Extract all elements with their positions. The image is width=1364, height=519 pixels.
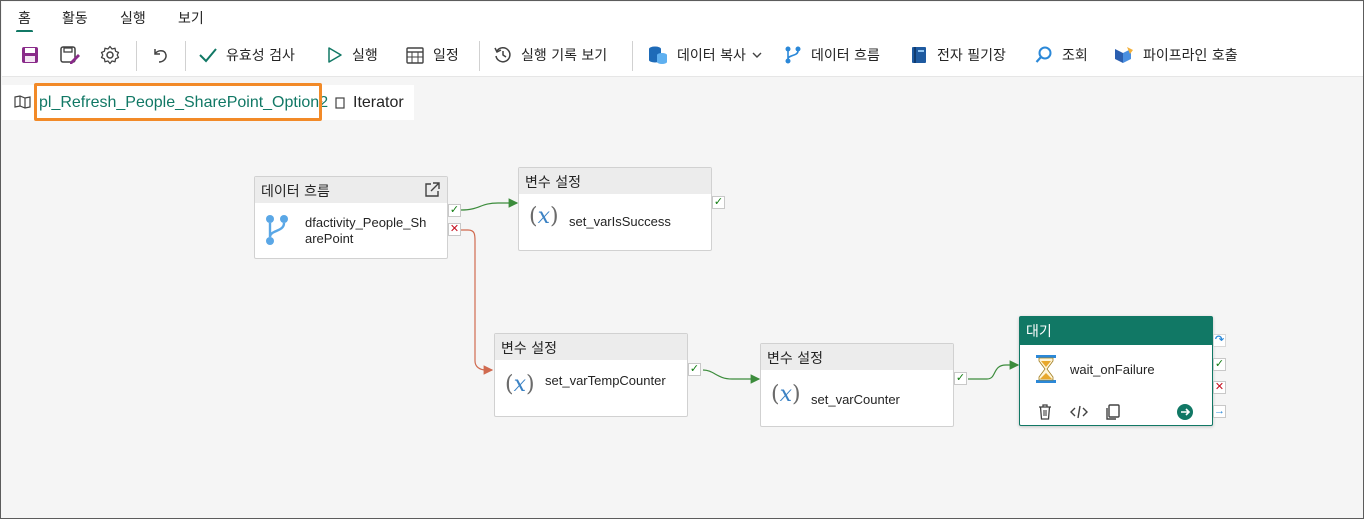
activity-type: 변수 설정: [519, 168, 711, 194]
dataflow-label: 데이터 흐름: [811, 48, 880, 64]
connection-success: [968, 360, 1020, 380]
activity-type-label: 대기: [1026, 324, 1052, 340]
calendar-icon: [406, 47, 424, 64]
lookup-button[interactable]: 조회: [1034, 42, 1088, 68]
pipeline-canvas[interactable]: 데이터 흐름 dfactivity_People_SharePoint ✓ ✕: [2, 121, 1363, 518]
history-icon: [494, 47, 511, 63]
activity-type: 변수 설정: [761, 344, 953, 370]
connection-success: [702, 369, 761, 384]
on-failure-port[interactable]: ✕: [1213, 381, 1226, 394]
arrow-right-icon[interactable]: [1176, 403, 1194, 421]
chevron-down-icon: [752, 52, 762, 58]
activity-name: dfactivity_People_SharePoint: [305, 215, 427, 246]
schedule-label: 일정: [433, 48, 459, 64]
activity-set-variable[interactable]: 변수 설정 (x) set_varIsSuccess: [518, 167, 712, 251]
ribbon-tabs: 홈 활동 실행 보기: [2, 2, 1363, 33]
on-completion-port[interactable]: →: [1213, 405, 1226, 418]
activity-dataflow[interactable]: 데이터 흐름 dfactivity_People_SharePoint: [254, 176, 448, 259]
view-run-history-button[interactable]: 실행 기록 보기: [493, 42, 607, 68]
activity-name: set_varCounter: [811, 392, 900, 407]
copy-data-label: 데이터 복사: [677, 48, 746, 64]
tab-home[interactable]: 홈: [16, 8, 33, 33]
activity-name: set_varTempCounter: [545, 373, 666, 388]
settings-button[interactable]: [100, 42, 120, 68]
gear-icon: [100, 45, 120, 65]
on-success-port[interactable]: ✓: [688, 363, 701, 376]
copy-data-button[interactable]: 데이터 복사: [647, 42, 763, 68]
open-external-icon[interactable]: [423, 181, 441, 199]
pipeline-map-icon: [14, 95, 31, 109]
tab-activities[interactable]: 활동: [62, 8, 88, 28]
variable-icon: (x): [529, 204, 559, 229]
save-as-template-button[interactable]: [59, 42, 81, 68]
tab-view[interactable]: 보기: [178, 8, 204, 28]
invoke-pipeline-button[interactable]: 파이프라인 호출: [1113, 42, 1238, 68]
activity-name: set_varIsSuccess: [569, 214, 671, 229]
on-success-port[interactable]: ✓: [1213, 358, 1226, 371]
lookup-label: 조회: [1062, 48, 1088, 64]
pipeline-editor: 홈 활동 실행 보기 유효성 검사 실행 일정 실행 기록 보기 데이터 복사 …: [0, 0, 1364, 519]
undo-icon: [154, 49, 167, 63]
invoke-pipeline-label: 파이프라인 호출: [1143, 48, 1238, 64]
run-label: 실행: [352, 48, 378, 64]
on-failure-port[interactable]: ✕: [448, 223, 461, 236]
dataflow-icon: [266, 215, 288, 245]
toolbar-separator: [136, 41, 137, 71]
dataflow-button[interactable]: 데이터 흐름: [783, 42, 880, 68]
activity-set-variable[interactable]: 변수 설정 (x) set_varCounter: [760, 343, 954, 427]
connection-failure: [461, 229, 494, 375]
copy-data-icon: [649, 46, 667, 64]
schedule-button[interactable]: 일정: [405, 42, 459, 68]
toolbar-separator: [185, 41, 186, 71]
variable-icon: (x): [505, 372, 535, 397]
breadcrumb-highlight: [34, 83, 322, 121]
copy-icon[interactable]: [1104, 403, 1122, 421]
run-button[interactable]: 실행: [326, 42, 378, 68]
activity-type: 대기: [1020, 317, 1212, 345]
iterator-icon: [335, 97, 345, 109]
search-icon: [1035, 46, 1052, 63]
delete-icon[interactable]: [1036, 403, 1054, 421]
code-icon[interactable]: [1070, 403, 1088, 421]
tab-run[interactable]: 실행: [120, 8, 146, 28]
view-run-history-label: 실행 기록 보기: [521, 48, 608, 64]
play-icon: [328, 47, 342, 63]
on-success-port[interactable]: ✓: [954, 372, 967, 385]
validate-button[interactable]: 유효성 검사: [198, 42, 295, 68]
variable-icon: (x): [771, 382, 801, 407]
activity-type-label: 변수 설정: [525, 175, 581, 191]
on-success-port[interactable]: ✓: [712, 196, 725, 209]
save-as-template-icon: [60, 46, 80, 64]
validate-label: 유효성 검사: [226, 48, 295, 64]
on-skip-port[interactable]: ↷: [1213, 334, 1226, 347]
save-icon: [22, 47, 38, 63]
toolbar: 유효성 검사 실행 일정 실행 기록 보기 데이터 복사 데이터 흐름 전자 필…: [2, 32, 1363, 77]
activity-type-label: 데이터 흐름: [261, 184, 330, 200]
notebook-icon: [912, 47, 926, 63]
activity-type-label: 변수 설정: [501, 341, 557, 357]
activity-type: 변수 설정: [495, 334, 687, 360]
notebook-button[interactable]: 전자 필기장: [909, 42, 1006, 68]
connection-success: [460, 198, 519, 211]
activity-type: 데이터 흐름: [255, 177, 447, 203]
toolbar-separator: [479, 41, 480, 71]
activity-type-label: 변수 설정: [767, 351, 823, 367]
undo-button[interactable]: [150, 42, 170, 68]
breadcrumb-current: Iterator: [353, 94, 404, 111]
dataflow-icon: [785, 46, 801, 64]
checkmark-icon: [199, 48, 217, 63]
save-button[interactable]: [20, 42, 40, 68]
activity-set-variable[interactable]: 변수 설정 (x) set_varTempCounter: [494, 333, 688, 417]
on-success-port[interactable]: ✓: [448, 204, 461, 217]
notebook-label: 전자 필기장: [937, 48, 1006, 64]
invoke-pipeline-icon: [1115, 47, 1133, 63]
toolbar-separator: [632, 41, 633, 71]
activity-wait[interactable]: 대기 wait_onFailure: [1019, 316, 1213, 426]
hourglass-icon: [1036, 355, 1056, 383]
activity-name: wait_onFailure: [1070, 362, 1155, 377]
